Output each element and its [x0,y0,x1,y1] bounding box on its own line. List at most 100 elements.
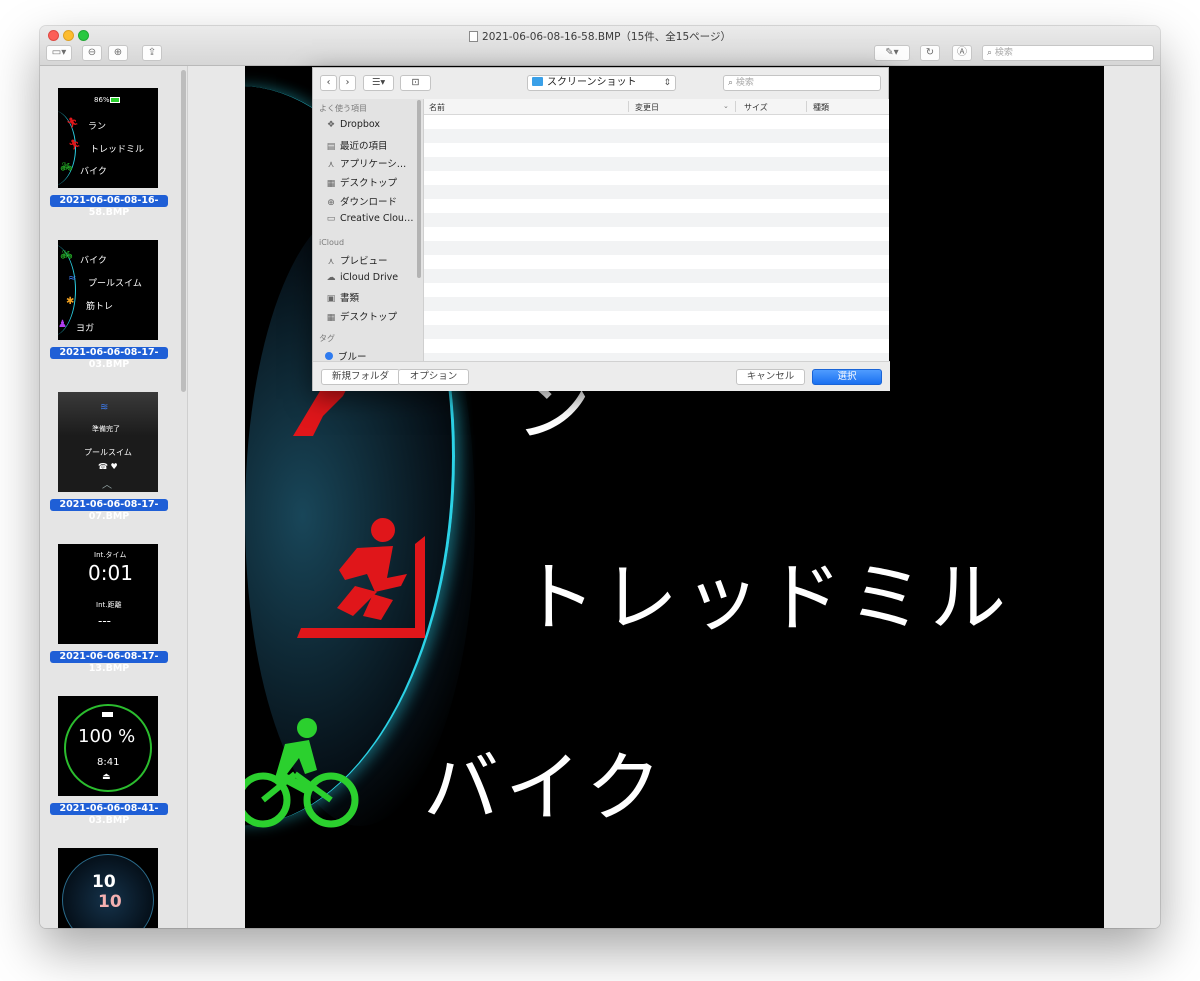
desktop-icon: ▦ [326,179,336,189]
folder-icon: ⊡ [411,77,420,88]
thumb-label: プールスイム [88,279,142,289]
sidebar-item-applications[interactable]: ⋏ アプリケーシ… [325,156,407,170]
sidebar-item-label: iCloud Drive [340,272,399,283]
column-divider [628,101,629,112]
thumbnail-caption[interactable]: 2021-06-06-08-17-13.BMP [50,651,168,674]
sidebar-item-documents[interactable]: ▣ 書類 [325,290,359,304]
run-icon: 🏃︎ [66,118,79,129]
dialog-footer: 新規フォルダ オプション キャンセル 選択 [313,361,890,391]
thumbnail-caption[interactable]: 2021-06-06-08-17-07.BMP [50,499,168,522]
sidebar-scrollbar[interactable] [181,70,186,392]
thumbnail-1[interactable]: 86% 🏃︎ ラン 🏃︎ トレッドミル 🚲︎ バイク [58,88,158,188]
cloud-icon: ☁ [326,273,336,283]
back-button[interactable]: ‹ [320,75,337,91]
chevron-left-icon: ‹ [326,77,331,88]
zoom-out-icon: ⊖ [87,47,97,58]
mode-label: プールスイム [84,448,132,457]
thumb-label: バイク [80,167,107,177]
sidebar-item-icloud-desktop[interactable]: ▦ デスクトップ [325,309,397,323]
sidebar-item-label: アプリケーシ… [340,159,407,170]
phone-heart-icon: ☎ ♥ [98,462,118,471]
file-list[interactable]: 名前 変更日 ⌄ サイズ 種類 [424,99,889,361]
cancel-button[interactable]: キャンセル [736,369,805,385]
sidebar-item-label: 書類 [340,293,360,304]
folder-icon: ▭ [326,214,336,224]
thumb-label: ヨガ [76,324,95,334]
dialog-sidebar: よく使う項目 ❖ Dropbox ▤ 最近の項目 ⋏ アプリケーシ… ▦ デスクトップ … [313,99,424,361]
markup-button[interactable]: Ⓐ [952,45,972,61]
sidebar-item-desktop[interactable]: ▦ デスクトップ [325,175,397,189]
sidebar-item-tag-blue[interactable]: ブルー [325,349,367,361]
sort-chevron-icon: ⌄ [723,102,729,110]
interval-time-value: 0:01 [88,561,133,585]
share-button[interactable]: ⇪ [142,45,162,61]
new-folder-button[interactable]: 新規フォルダ [321,369,400,385]
thumbnail-caption[interactable]: 2021-06-06-08-41-03.BMP [50,803,168,826]
bike-label: バイク [423,743,668,832]
open-dialog: ‹ › ☰▾ ⊡ スクリーンショット ⇕ ⌕ 検索 よく使う項目 ❖ Dropbox… [312,67,890,391]
column-header-modified[interactable]: 変更日 [635,102,659,113]
choose-button[interactable]: 選択 [812,369,882,385]
column-header-name[interactable]: 名前 [429,102,445,113]
thumbnail-6[interactable]: 10 10 [58,848,158,928]
thumbnail-caption[interactable]: 2021-06-06-08-16-58.BMP [50,195,168,218]
thumbnail-caption[interactable]: 2021-06-06-08-17-03.BMP [50,347,168,370]
sidebar-item-label: Dropbox [340,119,381,130]
swim-icon: ≋ [100,402,109,413]
sidebar-item-label: 最近の項目 [340,141,388,152]
dialog-search-input[interactable]: ⌕ 検索 [723,75,881,91]
pen-icon: ✎▾ [885,47,899,58]
search-placeholder: 検索 [994,48,1013,58]
zoom-in-icon: ⊕ [113,47,123,58]
interval-distance-label: Int.距離 [96,601,122,609]
battery-percent: 100 % [78,726,136,747]
sidebar-item-label: ブルー [338,352,367,361]
treadmill-label: トレッドミル [520,553,1012,642]
icloud-section-label: iCloud [319,238,345,247]
column-header-size[interactable]: サイズ [744,102,768,113]
view-mode-button[interactable]: ☰▾ [363,75,394,91]
new-folder-icon-button[interactable]: ⊡ [400,75,431,91]
sidebar-item-icloud-drive[interactable]: ☁ iCloud Drive [325,272,399,283]
zoom-out-button[interactable]: ⊖ [82,45,102,61]
chevron-up-icon: ︿ [102,480,112,491]
interval-distance-value: --- [98,614,111,628]
options-button[interactable]: オプション [398,369,469,385]
sidebar-item-downloads[interactable]: ⊕ ダウンロード [325,194,397,208]
rotate-icon: ↻ [925,47,935,58]
column-divider [806,101,807,112]
sidebar-item-preview[interactable]: ⋏ プレビュー [325,253,388,267]
markup-pen-button[interactable]: ✎▾ [874,45,910,61]
interval-time-label: Int.タイム [94,551,127,559]
thumbnail-5[interactable]: 100 % 8:41 ⏏ [58,696,158,796]
sidebar-item-label: Creative Clou… [340,213,414,224]
thumbnail-3[interactable]: ≋ 準備完了 プールスイム ☎ ♥ ︿ [58,392,158,492]
list-view-icon: ☰▾ [371,77,386,88]
sidebar-item-dropbox[interactable]: ❖ Dropbox [325,119,380,130]
rotate-button[interactable]: ↻ [920,45,940,61]
thumbnail-sidebar: 86% 🏃︎ ラン 🏃︎ トレッドミル 🚲︎ バイク 2021-06-06-08… [40,66,188,928]
blue-tag-icon [325,352,333,360]
thumb-label: トレッドミル [90,145,145,155]
location-popup[interactable]: スクリーンショット ⇕ [527,75,676,91]
sidebar-item-label: デスクトップ [340,178,398,189]
sidebar-item-recents[interactable]: ▤ 最近の項目 [325,138,388,152]
search-input[interactable]: ⌕ 検索 [982,45,1154,61]
applications-icon: ⋏ [327,160,335,170]
thumbnail-2[interactable]: 🚲︎ バイク ≈ プールスイム ✱ 筋トレ ♟ ヨガ [58,240,158,340]
column-header-kind[interactable]: 種類 [813,102,829,113]
dialog-sidebar-scrollbar[interactable] [417,100,421,278]
updown-icon: ⇕ [663,78,671,88]
forward-button[interactable]: › [339,75,356,91]
favorites-section-label: よく使う項目 [319,104,367,113]
zoom-in-button[interactable]: ⊕ [108,45,128,61]
document-icon [469,31,479,42]
window-title: 2021-06-06-08-16-58.BMP（15件、全15ページ） [40,29,1160,44]
download-icon: ⊕ [327,198,335,208]
strength-icon: ✱ [66,296,75,307]
dialog-search-placeholder: 検索 [735,78,754,88]
sidebar-item-creative-cloud[interactable]: ▭ Creative Clou… [325,213,414,224]
thumbnail-4[interactable]: Int.タイム 0:01 Int.距離 --- [58,544,158,644]
search-icon: ⌕ [987,48,995,58]
sidebar-toggle-button[interactable]: ▭▾ [46,45,72,61]
